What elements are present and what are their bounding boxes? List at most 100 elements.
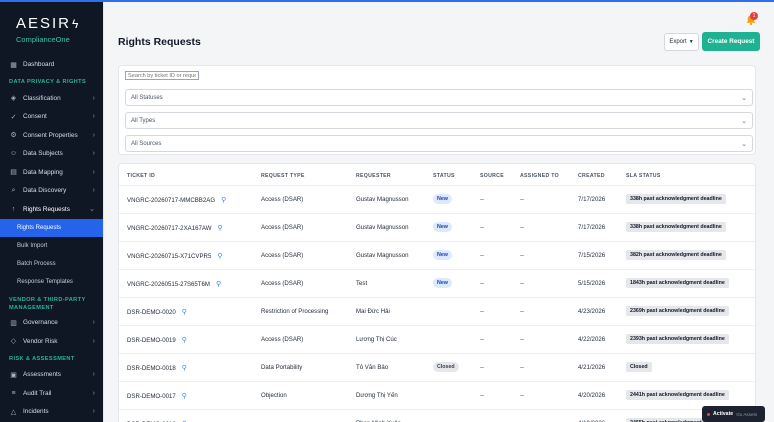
open-link-icon[interactable]: ⚲ bbox=[182, 336, 187, 344]
request-type-cell: Access (DSAR) bbox=[261, 224, 304, 231]
ticket-id-cell[interactable]: DSR-DEMO-0017 ⚲ bbox=[127, 392, 187, 400]
arrow-up-icon: ↑ bbox=[11, 205, 16, 213]
column-header-source[interactable]: SOURCE bbox=[480, 173, 504, 179]
column-header-sla-status[interactable]: SLA STATUS bbox=[626, 173, 661, 179]
source-filter-select[interactable]: All Sources ⌄ bbox=[125, 135, 753, 152]
sidebar-item-assessments[interactable]: ▣ Assessments › bbox=[0, 366, 103, 385]
open-link-icon[interactable]: ⚲ bbox=[221, 196, 226, 204]
sla-status-badge: 338h past acknowledgment deadline bbox=[626, 222, 726, 232]
table-row[interactable]: DSR-DEMO-0016⚲Phan Minh Xuân----4/19/202… bbox=[119, 410, 755, 422]
column-header-status[interactable]: STATUS bbox=[433, 173, 455, 179]
requester-cell: Gustav Magnusson bbox=[356, 252, 409, 259]
ticket-id-cell[interactable]: VNGRC-20260717-2XA167AW ⚲ bbox=[127, 224, 223, 232]
column-header-requester[interactable]: REQUESTER bbox=[356, 173, 391, 179]
sidebar-item-data-discovery[interactable]: ⌕ Data Discovery › bbox=[0, 182, 103, 201]
building-icon: ▥ bbox=[10, 319, 17, 327]
source-cell: -- bbox=[480, 364, 485, 371]
sidebar-subitem-bulk-import[interactable]: Bulk Import bbox=[0, 237, 103, 255]
export-label: Export bbox=[669, 39, 687, 45]
ticket-id-cell[interactable]: VNGRC-20260515-27S65T6M ⚲ bbox=[127, 280, 221, 288]
sidebar: AESIRϟ ComplianceOne ▦ Dashboard DATA PR… bbox=[0, 2, 103, 422]
open-link-icon[interactable]: ⚲ bbox=[217, 224, 222, 232]
ticket-id: DSR-DEMO-0017 bbox=[127, 393, 176, 400]
open-link-icon[interactable]: ⚲ bbox=[182, 392, 187, 400]
sidebar-item-consent[interactable]: ✓ Consent › bbox=[0, 108, 103, 127]
column-header-created[interactable]: CREATED bbox=[578, 173, 605, 179]
source-cell: -- bbox=[480, 280, 485, 287]
type-filter-select[interactable]: All Types ⌄ bbox=[125, 112, 753, 129]
requester-cell: Gustav Magnusson bbox=[356, 196, 409, 203]
column-header-assigned-to[interactable]: ASSIGNED TO bbox=[520, 173, 559, 179]
ticket-id-cell[interactable]: VNGRC-20260715-X71CVPR5 ⚲ bbox=[127, 252, 222, 260]
table-row[interactable]: DSR-DEMO-0019 ⚲ Access (DSAR) Lương Thị Cúc… bbox=[119, 326, 755, 354]
assigned-to-cell: -- bbox=[520, 252, 525, 259]
table-row[interactable]: VNGRC-20260515-27S65T6M ⚲ Access (DSAR) Tes… bbox=[119, 270, 755, 298]
alert-icon: △ bbox=[10, 408, 17, 416]
open-link-icon[interactable]: ⚲ bbox=[216, 280, 221, 288]
open-link-icon[interactable]: ⚲ bbox=[182, 364, 187, 372]
sidebar-item-vendor-risk[interactable]: ◇ Vendor Risk › bbox=[0, 332, 103, 351]
assigned-to-cell: -- bbox=[520, 392, 525, 399]
open-link-icon[interactable]: ⚲ bbox=[217, 252, 222, 260]
create-request-button[interactable]: Create Request bbox=[702, 32, 760, 51]
ticket-id-cell[interactable]: DSR-DEMO-0019 ⚲ bbox=[127, 336, 187, 344]
request-type-cell: Access (DSAR) bbox=[261, 280, 304, 287]
sidebar-item-label: Assessments bbox=[23, 371, 62, 379]
activate-sublabel: Go Assets bbox=[736, 411, 758, 417]
created-cell: 7/17/2026 bbox=[578, 224, 606, 231]
chevron-right-icon: › bbox=[92, 319, 95, 327]
search-input[interactable] bbox=[125, 71, 199, 80]
sidebar-item-audit-trail[interactable]: ≡ Audit Trail › bbox=[0, 384, 103, 403]
request-type-cell: Restriction of Processing bbox=[261, 308, 329, 315]
sidebar-subitem-batch-process[interactable]: Batch Process bbox=[0, 255, 103, 273]
ticket-id-cell[interactable]: DSR-DEMO-0018 ⚲ bbox=[127, 364, 187, 372]
sla-status-badge: 2441h past acknowledgment deadline bbox=[626, 390, 729, 400]
table-row[interactable]: DSR-DEMO-0020 ⚲ Restriction of Processing M… bbox=[119, 298, 755, 326]
column-header-ticket-id[interactable]: TICKET ID bbox=[127, 173, 155, 179]
users-icon: ☺ bbox=[9, 150, 18, 158]
chevron-right-icon: › bbox=[92, 113, 95, 121]
requester-cell: Test bbox=[356, 280, 368, 287]
table-row[interactable]: DSR-DEMO-0018 ⚲ Data Portability Tô Văn Bảo… bbox=[119, 354, 755, 382]
sla-status-badge: 338h past acknowledgment deadline bbox=[626, 194, 726, 204]
export-button[interactable]: Export ▼ bbox=[664, 33, 699, 51]
sidebar-item-governance[interactable]: ▥ Governance › bbox=[0, 314, 103, 333]
ticket-id: DSR-DEMO-0020 bbox=[127, 309, 176, 316]
chevron-right-icon: › bbox=[92, 94, 95, 102]
table-header: TICKET ID REQUEST TYPE REQUESTER STATUS … bbox=[119, 164, 755, 186]
sla-status-badge: Closed bbox=[626, 362, 652, 372]
open-link-icon[interactable]: ⚲ bbox=[182, 308, 187, 316]
assigned-to-cell: -- bbox=[520, 308, 525, 315]
sidebar-item-data-subjects[interactable]: ☺ Data Subjects › bbox=[0, 145, 103, 164]
sidebar-item-data-mapping[interactable]: ▤ Data Mapping › bbox=[0, 163, 103, 182]
sidebar-item-classification[interactable]: ◈ Classification › bbox=[0, 89, 103, 108]
table-row[interactable]: VNGRC-20260715-X71CVPR5 ⚲ Access (DSAR) Gus… bbox=[119, 242, 755, 270]
created-cell: 5/15/2026 bbox=[578, 280, 606, 287]
ticket-id-cell[interactable]: DSR-DEMO-0020 ⚲ bbox=[127, 308, 187, 316]
table-row[interactable]: VNGRC-20260717-MMCBB2AG ⚲ Access (DSAR) Gus… bbox=[119, 186, 755, 214]
sidebar-subitem-response-templates[interactable]: Response Templates bbox=[0, 273, 103, 291]
column-header-request-type[interactable]: REQUEST TYPE bbox=[261, 173, 305, 179]
status-filter-select[interactable]: All Statuses ⌄ bbox=[125, 89, 753, 106]
section-data-privacy: DATA PRIVACY & RIGHTS bbox=[9, 79, 87, 85]
requests-table: TICKET ID REQUEST TYPE REQUESTER STATUS … bbox=[118, 163, 756, 422]
table-row[interactable]: DSR-DEMO-0017 ⚲ Objection Dương Thị Yến -- --… bbox=[119, 382, 755, 410]
sidebar-item-rights-requests[interactable]: ↑ Rights Requests ⌄ bbox=[0, 200, 103, 219]
created-cell: 4/20/2026 bbox=[578, 392, 606, 399]
chevron-down-icon: ▼ bbox=[688, 39, 694, 45]
request-type-cell: Data Portability bbox=[261, 364, 303, 371]
ticket-id: VNGRC-20260515-27S65T6M bbox=[127, 281, 210, 288]
map-icon: ▤ bbox=[10, 169, 17, 177]
activate-label: Activate bbox=[713, 411, 734, 417]
requester-cell: Gustav Magnusson bbox=[356, 224, 409, 231]
tag-icon: ◈ bbox=[10, 95, 17, 103]
sidebar-subitem-rights-requests[interactable]: Rights Requests bbox=[0, 218, 103, 237]
sidebar-item-dashboard[interactable]: ▦ Dashboard bbox=[0, 55, 103, 74]
sidebar-item-consent-properties[interactable]: ⚙ Consent Properties › bbox=[0, 126, 103, 145]
table-row[interactable]: VNGRC-20260717-2XA167AW ⚲ Access (DSAR) Gus… bbox=[119, 214, 755, 242]
ticket-id-cell[interactable]: VNGRC-20260717-MMCBB2AG ⚲ bbox=[127, 196, 226, 204]
dashboard-icon: ▦ bbox=[10, 61, 17, 69]
logo[interactable]: AESIRϟ ComplianceOne bbox=[0, 2, 103, 55]
sidebar-item-incidents[interactable]: △ Incidents › bbox=[0, 403, 103, 422]
activate-widget[interactable]: Activate Go Assets bbox=[702, 406, 765, 422]
